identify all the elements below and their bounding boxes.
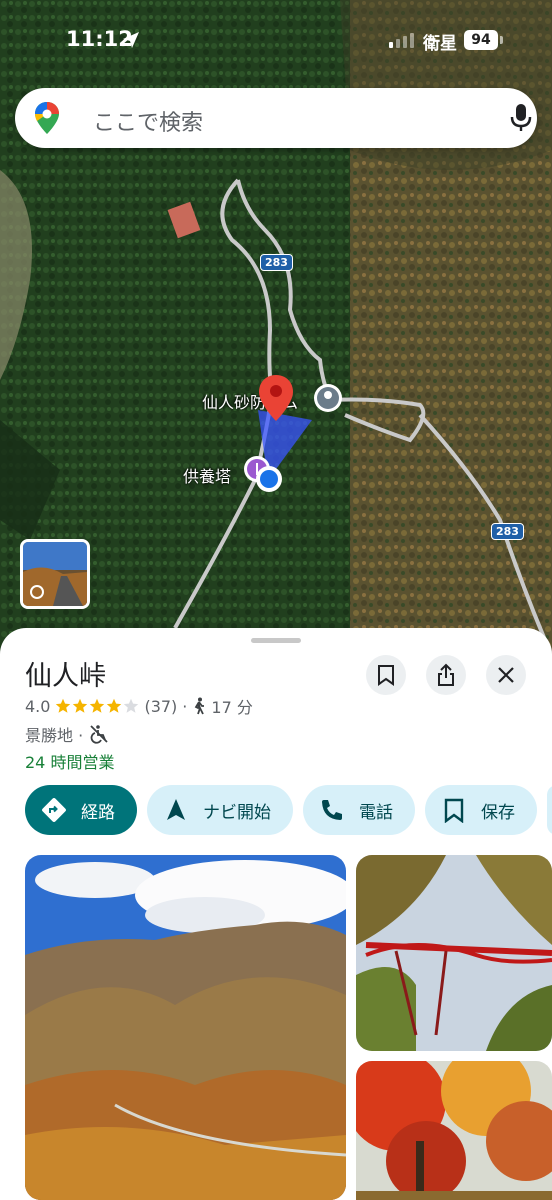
mic-icon[interactable] (510, 104, 532, 132)
current-location-icon (256, 466, 282, 492)
directions-label: 経路 (81, 802, 115, 823)
action-chips: 経路 ナビ開始 電話 保存 (25, 785, 552, 835)
category-label: 景勝地 · (25, 726, 84, 745)
rating-row[interactable]: 4.0 (37) · 17 分 (25, 695, 253, 718)
status-bar: 11:12 衛星 94 (0, 0, 552, 80)
directions-button[interactable]: 経路 (25, 785, 137, 835)
more-actions-chip[interactable] (547, 785, 552, 835)
road-shield-283: 283 (491, 523, 524, 540)
place-title: 仙人峠 (25, 661, 106, 692)
save-button[interactable] (366, 655, 406, 695)
open-hours: 24 時間営業 (25, 753, 115, 772)
star-icon (90, 698, 105, 713)
red-pin-icon[interactable] (259, 375, 293, 421)
start-navigation-button[interactable]: ナビ開始 (147, 785, 293, 835)
bookmark-icon (444, 798, 464, 823)
bookmark-icon (378, 665, 394, 686)
walk-time: 17 分 (211, 698, 253, 717)
save-chip-label: 保存 (481, 802, 515, 823)
category-row: 景勝地 · (25, 722, 109, 746)
star-icon (107, 698, 122, 713)
search-bar[interactable]: ここで検索 (15, 88, 537, 148)
rating-stars (55, 698, 139, 714)
call-button[interactable]: 電話 (303, 785, 415, 835)
share-icon (438, 663, 454, 686)
battery-cap (500, 36, 503, 44)
save-chip-button[interactable]: 保存 (425, 785, 537, 835)
carrier-label: 衛星 (423, 34, 457, 54)
call-label: 電話 (359, 802, 393, 823)
sheet-drag-handle[interactable] (251, 638, 301, 643)
not-wheelchair-accessible-icon (90, 725, 108, 744)
review-count[interactable]: (37) (144, 697, 177, 716)
street-view-thumbnail[interactable] (20, 539, 90, 609)
start-navigation-label: ナビ開始 (203, 802, 271, 823)
search-input[interactable]: ここで検索 (93, 105, 203, 137)
dam-marker-icon[interactable] (312, 382, 344, 414)
battery-level: 94 (464, 30, 498, 50)
phone-icon (322, 800, 342, 820)
star-icon (124, 698, 139, 713)
share-button[interactable] (426, 655, 466, 695)
location-arrow-icon (123, 32, 139, 48)
map-label-memorial[interactable]: 供養塔 (183, 463, 231, 487)
photo-gallery[interactable] (25, 855, 552, 1200)
google-maps-pin-icon (35, 102, 59, 134)
photo-maple[interactable] (356, 1061, 552, 1200)
directions-icon (42, 798, 66, 822)
star-icon (73, 698, 88, 713)
navigation-arrow-icon (167, 799, 185, 820)
walking-icon (195, 697, 205, 715)
photo-main[interactable] (25, 855, 346, 1200)
close-icon (498, 667, 514, 683)
separator-dot: · (182, 696, 188, 716)
signal-strength-icon (389, 33, 414, 48)
close-button[interactable] (486, 655, 526, 695)
photo-bridge[interactable] (356, 855, 552, 1051)
place-sheet[interactable]: 仙人峠 4.0 (37) · 17 分 景勝地 · 24 時間営業 経路 ナビ開… (0, 628, 552, 1200)
road-shield-283: 283 (260, 254, 293, 271)
star-icon (56, 698, 71, 713)
rating-value: 4.0 (25, 696, 51, 716)
